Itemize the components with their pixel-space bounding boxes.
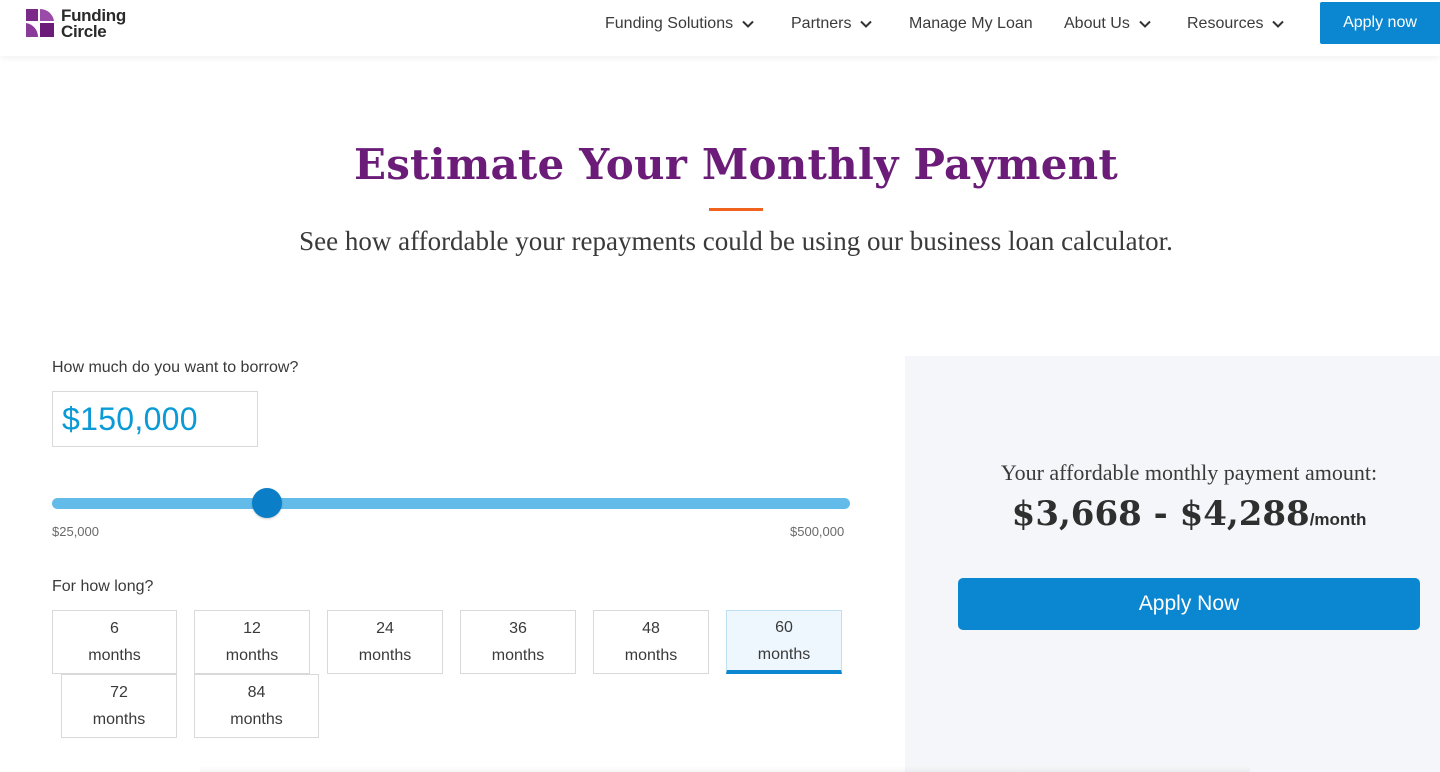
term-number: 48: [642, 620, 660, 637]
nav-label: Manage My Loan: [909, 15, 1033, 32]
term-option-84[interactable]: 84 months: [194, 674, 319, 738]
page-title: Estimate Your Monthly Payment: [354, 140, 1118, 189]
term-unit: months: [491, 647, 545, 664]
loan-amount-slider-track[interactable]: [52, 498, 850, 509]
slider-min-label: $25,000: [52, 524, 99, 539]
term-number: 36: [509, 620, 527, 637]
term-number: 60: [775, 618, 793, 636]
term-option-60-selected[interactable]: 60 months: [726, 610, 842, 674]
amount-question-label: How much do you want to borrow?: [52, 359, 299, 376]
term-option-6[interactable]: 6 months: [52, 610, 177, 674]
chevron-down-icon: [1272, 20, 1285, 28]
loan-amount-input[interactable]: $150,000: [52, 391, 258, 447]
term-number: 12: [243, 620, 261, 637]
nav-about-us[interactable]: About Us: [1064, 13, 1151, 35]
chevron-down-icon: [1139, 20, 1151, 28]
term-number: 84: [247, 684, 266, 701]
slider-max-label: $500,000: [790, 524, 845, 539]
site-header: Funding Circle Funding Solutions Partner…: [0, 0, 1440, 56]
apply-now-header-button[interactable]: Apply now: [1320, 2, 1440, 44]
term-unit: months: [88, 647, 141, 664]
payment-period: /month: [1309, 510, 1367, 529]
term-number: 6: [110, 620, 119, 637]
chevron-down-icon: [742, 20, 754, 28]
term-option-24[interactable]: 24 months: [327, 610, 443, 674]
nav-label: About Us: [1064, 15, 1130, 32]
apply-now-button[interactable]: Apply Now: [958, 578, 1420, 630]
term-number: 72: [110, 684, 128, 701]
term-unit: months: [757, 645, 811, 663]
term-unit: months: [225, 647, 279, 664]
payment-range: $3,668 - $4,288: [1011, 494, 1310, 534]
term-option-72[interactable]: 72 months: [61, 674, 177, 738]
payment-result-label: Your affordable monthly payment amount:: [1000, 460, 1378, 485]
term-option-48[interactable]: 48 months: [593, 610, 709, 674]
term-unit: months: [358, 647, 412, 664]
term-unit: months: [92, 711, 146, 728]
nav-funding-solutions[interactable]: Funding Solutions: [605, 13, 754, 35]
nav-label: Partners: [791, 15, 852, 32]
title-accent-rule: [709, 208, 763, 211]
term-option-12[interactable]: 12 months: [194, 610, 310, 674]
logo-wordmark: Funding Circle: [61, 7, 126, 41]
logo-line-2: Circle: [61, 22, 107, 41]
page-subtitle: See how affordable your repayments could…: [299, 226, 1173, 256]
funding-circle-logo[interactable]: Funding Circle: [24, 7, 126, 41]
nav-label: Funding Solutions: [605, 15, 734, 32]
nav-partners[interactable]: Partners: [791, 13, 873, 35]
nav-manage-my-loan[interactable]: Manage My Loan: [909, 13, 1033, 35]
loan-amount-slider-handle[interactable]: [252, 488, 283, 518]
term-option-36[interactable]: 36 months: [460, 610, 576, 674]
term-number: 24: [376, 620, 394, 637]
nav-resources[interactable]: Resources: [1187, 13, 1285, 35]
payment-result-panel: [905, 356, 1440, 772]
funding-circle-logo-icon: [26, 8, 54, 37]
term-unit: months: [230, 711, 283, 728]
card-shadow: [200, 766, 1250, 772]
payment-result-amount: $3,668 - $4,288/month: [905, 494, 1440, 534]
term-unit: months: [624, 647, 678, 664]
term-question-label: For how long?: [52, 578, 154, 595]
chevron-down-icon: [860, 20, 873, 28]
nav-label: Resources: [1187, 15, 1264, 32]
